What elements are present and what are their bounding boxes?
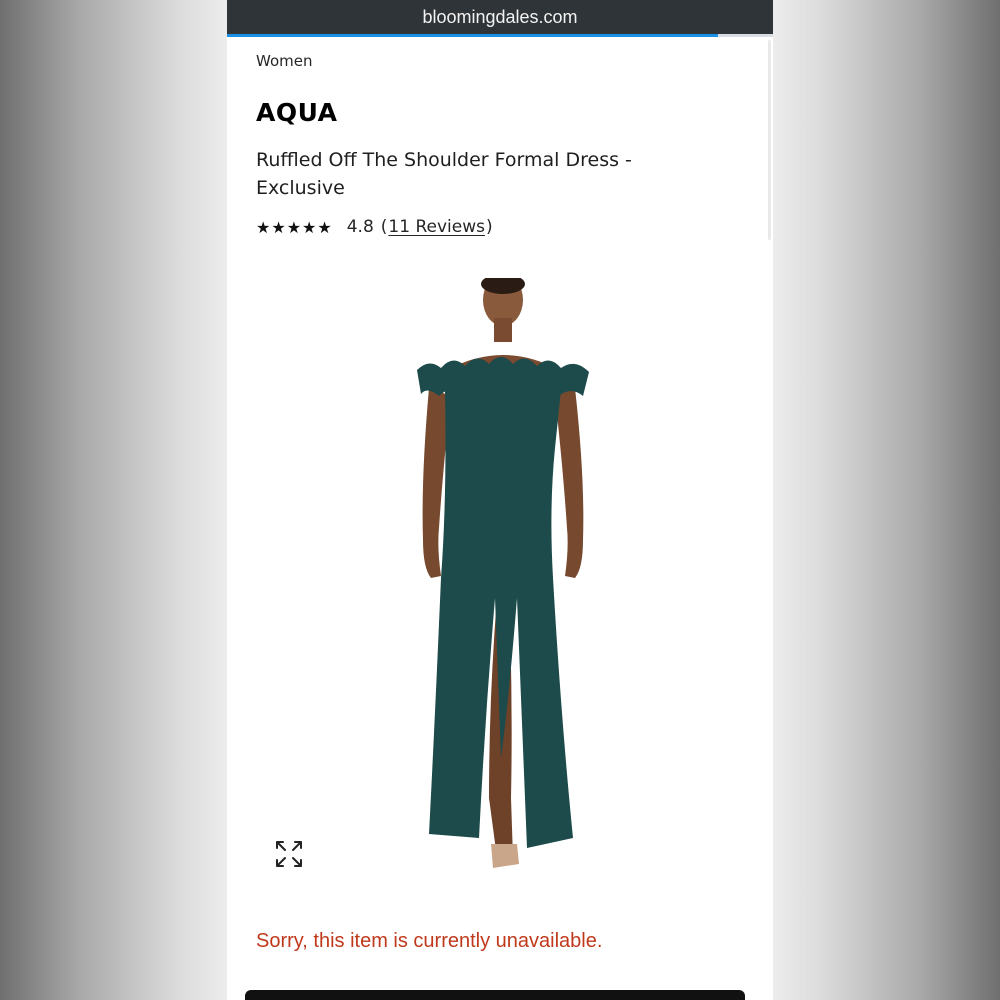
expand-image-button[interactable] [271,836,307,872]
product-image[interactable] [377,278,627,878]
address-bar[interactable]: bloomingdales.com [227,0,773,34]
page-load-progress [227,34,773,37]
reviews-link[interactable]: 11 Reviews [388,217,485,237]
product-title: Ruffled Off The Shoulder Formal Dress - … [256,149,632,199]
page-load-progress-fill [227,34,719,37]
close-paren: ) [485,217,493,237]
breadcrumb[interactable]: Women [256,52,312,70]
scrollbar[interactable] [768,40,771,240]
open-paren: ( [380,217,388,237]
expand-arrows-icon [276,841,302,867]
product-brand[interactable]: AQUA [256,98,337,127]
bottom-action-bar[interactable] [245,990,745,1000]
unavailable-message: Sorry, this item is currently unavailabl… [256,930,603,952]
phone-screen: bloomingdales.com Women AQUA Ruffled Off… [227,0,773,1000]
url-text: bloomingdales.com [422,6,578,27]
rating-score: 4.8 [346,217,374,237]
star-rating-icon: ★★★★★ [256,217,333,237]
product-rating: ★★★★★ 4.8 (11 Reviews) [256,217,494,237]
